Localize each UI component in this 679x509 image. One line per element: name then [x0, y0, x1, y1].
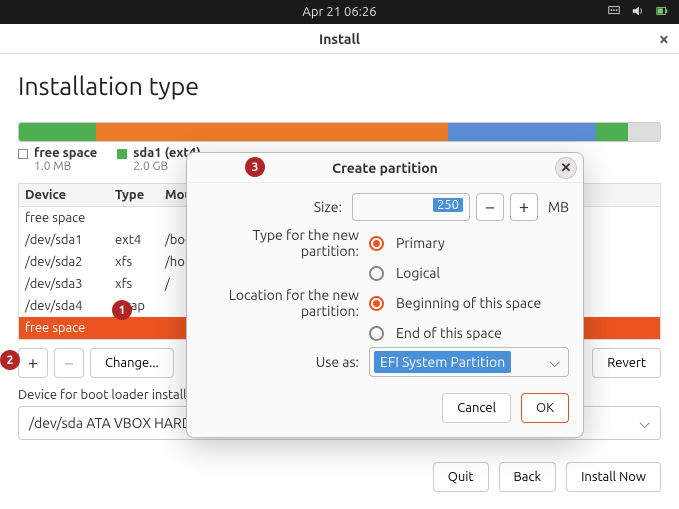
create-partition-dialog: Create partition ✕ Size: 250 − + MB Type… [186, 152, 584, 438]
radio-end-label: End of this space [396, 325, 502, 341]
battery-icon[interactable] [655, 4, 669, 21]
window-title: Install [319, 31, 360, 47]
th-device: Device [19, 184, 109, 206]
network-icon[interactable] [607, 4, 621, 21]
quit-button[interactable]: Quit [433, 462, 489, 492]
remove-partition-button[interactable]: − [54, 348, 84, 378]
annotation-badge-1: 1 [112, 300, 132, 320]
volume-icon[interactable] [631, 4, 645, 21]
add-partition-button[interactable]: + [18, 348, 48, 378]
install-now-button[interactable]: Install Now [566, 462, 661, 492]
radio-beginning[interactable] [369, 296, 384, 311]
size-value: 250 [433, 198, 463, 212]
legend-label: free space [34, 146, 97, 160]
window-titlebar: Install × [0, 24, 679, 54]
disk-seg-sda4 [596, 123, 628, 141]
size-decrement-button[interactable]: − [476, 193, 504, 221]
disk-seg-free [628, 123, 660, 141]
disk-seg-sda2 [96, 123, 449, 141]
close-icon[interactable]: × [659, 29, 669, 49]
swatch-empty [18, 149, 28, 159]
legend-free-space[interactable]: free space 1.0 MB [18, 146, 97, 173]
type-label: Type for the new partition: [201, 227, 369, 259]
chevron-down-icon: ⌵ [639, 415, 650, 432]
cancel-button[interactable]: Cancel [442, 393, 511, 423]
legend-size: 1.0 MB [34, 160, 97, 173]
size-increment-button[interactable]: + [510, 193, 538, 221]
disk-seg-sda3 [448, 123, 595, 141]
useas-select[interactable]: EFI System Partition ⌵ [369, 347, 569, 377]
change-button[interactable]: Change... [90, 348, 174, 378]
chevron-down-icon: ⌵ [549, 354, 560, 371]
revert-button[interactable]: Revert [592, 348, 661, 378]
top-bar: Apr 21 06:26 [0, 0, 679, 24]
disk-seg-sda1 [19, 123, 96, 141]
radio-beginning-label: Beginning of this space [396, 295, 541, 311]
annotation-badge-2: 2 [0, 350, 20, 370]
dialog-title: Create partition [332, 160, 438, 176]
clock: Apr 21 06:26 [302, 5, 376, 19]
radio-logical-label: Logical [396, 265, 440, 281]
wizard-footer: Quit Back Install Now [18, 462, 661, 492]
system-tray [607, 4, 669, 21]
size-label: Size: [201, 199, 352, 215]
size-input[interactable]: 250 [352, 193, 470, 221]
useas-label: Use as: [201, 354, 369, 370]
dialog-close-button[interactable]: ✕ [555, 157, 577, 179]
size-unit: MB [548, 199, 569, 215]
back-button[interactable]: Back [499, 462, 557, 492]
radio-primary-label: Primary [396, 235, 445, 251]
ok-button[interactable]: OK [521, 393, 569, 423]
disk-usage-bar [18, 122, 661, 142]
radio-primary[interactable] [369, 236, 384, 251]
location-label: Location for the new partition: [201, 287, 369, 319]
annotation-badge-3: 3 [245, 157, 265, 177]
useas-value: EFI System Partition [374, 351, 511, 373]
page-title: Installation type [18, 72, 661, 100]
radio-end[interactable] [369, 326, 384, 341]
radio-logical[interactable] [369, 266, 384, 281]
th-type: Type [109, 184, 159, 206]
swatch-green [117, 149, 127, 159]
